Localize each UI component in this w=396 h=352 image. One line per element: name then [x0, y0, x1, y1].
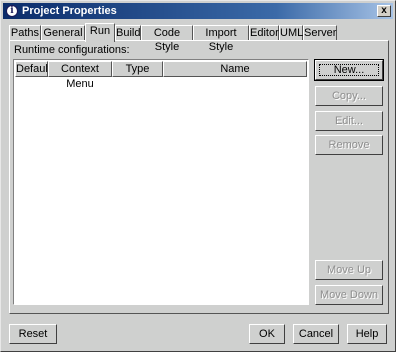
column-header-default[interactable]: Default	[15, 61, 51, 77]
column-header-type[interactable]: Type	[112, 61, 163, 77]
window-title: Project Properties	[22, 5, 117, 17]
table-header: Default Context Menu Type Name	[15, 61, 307, 90]
tab-code-style[interactable]: Code Style	[141, 25, 193, 53]
runtime-configurations-table[interactable]: Default Context Menu Type Name	[13, 59, 309, 305]
tab-import-style[interactable]: Import Style	[193, 25, 249, 53]
move-up-button[interactable]: Move Up	[315, 260, 383, 280]
column-header-context-menu[interactable]: Context Menu	[48, 61, 112, 90]
runtime-configurations-label: Runtime configurations:	[14, 44, 130, 56]
tab-build[interactable]: Build	[115, 25, 141, 41]
tab-editor[interactable]: Editor	[249, 25, 279, 41]
new-button-label: New...	[333, 64, 365, 76]
tab-uml[interactable]: UML	[279, 25, 303, 41]
column-header-name[interactable]: Name	[163, 61, 307, 77]
cancel-button[interactable]: Cancel	[293, 324, 339, 344]
tab-general[interactable]: General	[41, 25, 85, 41]
new-button[interactable]: New...	[314, 59, 384, 81]
move-down-button[interactable]: Move Down	[315, 285, 383, 305]
ok-button[interactable]: OK	[249, 324, 285, 344]
copy-button[interactable]: Copy...	[315, 86, 383, 106]
title-bar[interactable]: i Project Properties x	[3, 3, 393, 19]
help-button[interactable]: Help	[347, 324, 387, 344]
tab-run[interactable]: Run	[85, 23, 115, 42]
remove-button[interactable]: Remove	[315, 135, 383, 155]
tab-server[interactable]: Server	[303, 25, 337, 41]
close-button[interactable]: x	[377, 5, 391, 17]
reset-button[interactable]: Reset	[9, 324, 57, 344]
edit-button[interactable]: Edit...	[315, 111, 383, 131]
tab-paths[interactable]: Paths	[9, 25, 41, 41]
app-icon: i	[6, 5, 18, 17]
project-properties-dialog: i Project Properties x Paths General Run…	[0, 0, 396, 352]
